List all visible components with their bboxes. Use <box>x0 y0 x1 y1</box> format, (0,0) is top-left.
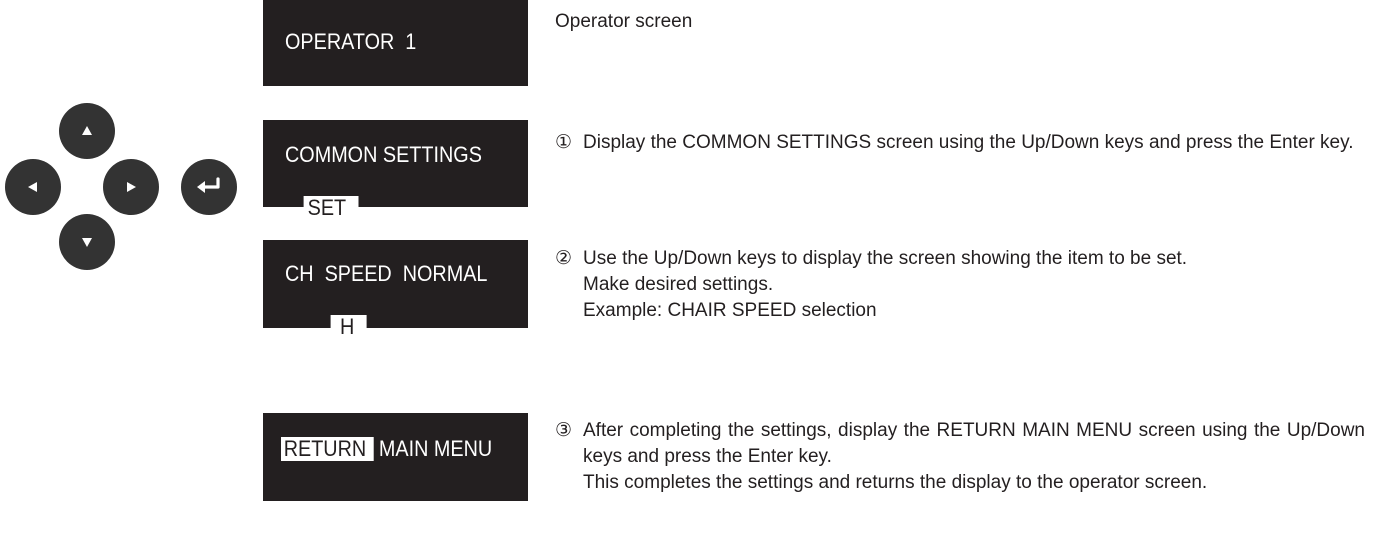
step-text: Use the Up/Down keys to display the scre… <box>583 248 1188 269</box>
lcd-line: OPERATOR 1 <box>285 29 417 54</box>
lcd-return-main-menu-screen: RETURN MAIN MENU <box>263 413 528 501</box>
lcd-text: MAIN MENU <box>378 436 493 461</box>
down-key-button[interactable] <box>59 214 115 270</box>
highlighted-value: RETURN <box>281 437 374 461</box>
triangle-right-icon <box>127 182 136 192</box>
step-2-description: ② Use the Up/Down keys to display the sc… <box>555 246 1365 324</box>
lcd-line: RETURN MAIN MENU <box>281 436 492 462</box>
step-number: ① <box>555 132 573 153</box>
highlighted-value: H <box>331 315 367 339</box>
step-number: ② <box>555 248 573 269</box>
step-3-description: ③ After completing the settings, display… <box>555 418 1365 496</box>
highlighted-value: SET <box>304 196 359 220</box>
step-text: Example: CHAIR SPEED selection <box>583 300 877 321</box>
lcd-common-settings-screen: COMMON SETTINGS SET <box>263 120 528 220</box>
description-text: Operator screen <box>555 11 693 32</box>
step-1-description: ① Display the COMMON SETTINGS screen usi… <box>555 130 1365 156</box>
lcd-line: CH SPEED NORMAL <box>285 261 488 286</box>
navigation-keypad <box>0 0 250 290</box>
lcd-line-2: H <box>309 288 367 366</box>
step-text: Make desired settings. <box>583 274 774 295</box>
lcd-line: COMMON SETTINGS <box>285 142 482 167</box>
operator-description: Operator screen <box>555 9 1365 35</box>
enter-key-button[interactable] <box>181 159 237 215</box>
step-text: After completing the settings, display t… <box>583 420 1365 467</box>
left-key-button[interactable] <box>5 159 61 215</box>
lcd-line-2: SET <box>282 169 359 247</box>
lcd-operator-screen: OPERATOR 1 <box>263 0 528 86</box>
lcd-chair-speed-screen: CH SPEED NORMAL H <box>263 240 528 339</box>
step-number: ③ <box>555 420 573 441</box>
enter-return-icon <box>197 177 220 193</box>
step-text: Display the COMMON SETTINGS screen using… <box>583 132 1354 153</box>
up-key-button[interactable] <box>59 103 115 159</box>
triangle-up-icon <box>82 126 92 135</box>
right-key-button[interactable] <box>103 159 159 215</box>
step-text: This completes the settings and returns … <box>583 472 1208 493</box>
triangle-down-icon <box>82 238 92 247</box>
triangle-left-icon <box>28 182 37 192</box>
